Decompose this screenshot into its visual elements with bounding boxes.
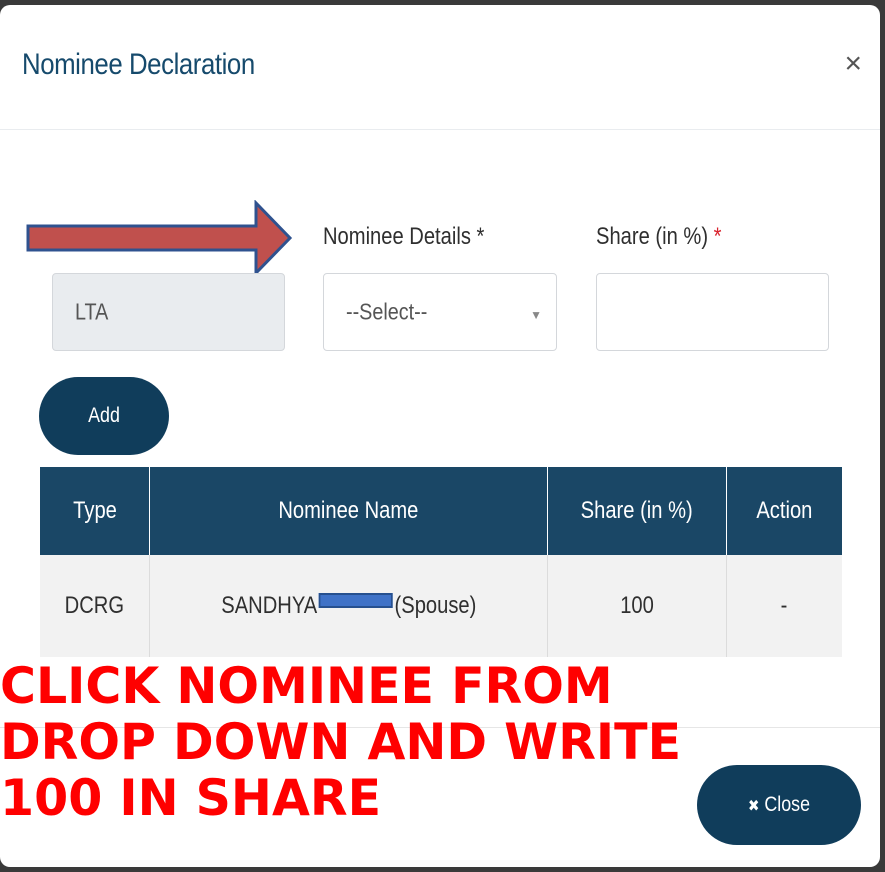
type-field: LTA: [52, 273, 285, 351]
nominee-table: Type Nominee Name Share (in %) Action DC…: [40, 467, 842, 657]
row-share: 100: [547, 555, 727, 657]
column-header-action: Action: [726, 467, 842, 555]
table-row: DCRG SANDHYA (Spouse) 100 -: [40, 555, 842, 657]
column-header-type: Type: [40, 467, 151, 555]
row-type: DCRG: [40, 555, 151, 657]
arrow-right-icon: [26, 200, 293, 276]
nominee-details-label: Nominee Details *: [323, 223, 485, 250]
row-nominee-name: SANDHYA (Spouse): [149, 555, 548, 657]
column-header-share: Share (in %): [547, 467, 727, 555]
close-button[interactable]: ✖ Close: [697, 765, 861, 845]
modal-title: Nominee Declaration: [22, 48, 255, 81]
add-button[interactable]: Add: [39, 377, 169, 455]
nominee-select[interactable]: --Select-- ▼: [323, 273, 557, 351]
required-mark: *: [713, 223, 722, 250]
share-input[interactable]: [596, 273, 829, 351]
redaction-mark: [318, 593, 393, 609]
close-icon[interactable]: ×: [844, 49, 862, 79]
close-icon: ✖: [747, 798, 760, 815]
instruction-annotation: CLICK NOMINEE FROM DROP DOWN AND WRITE 1…: [0, 657, 682, 827]
caret-down-icon: ▼: [530, 308, 542, 322]
row-action: -: [726, 555, 842, 657]
modal-header: Nominee Declaration ×: [0, 5, 880, 130]
share-label: Share (in %) *: [596, 223, 722, 250]
column-header-nominee-name: Nominee Name: [149, 467, 548, 555]
